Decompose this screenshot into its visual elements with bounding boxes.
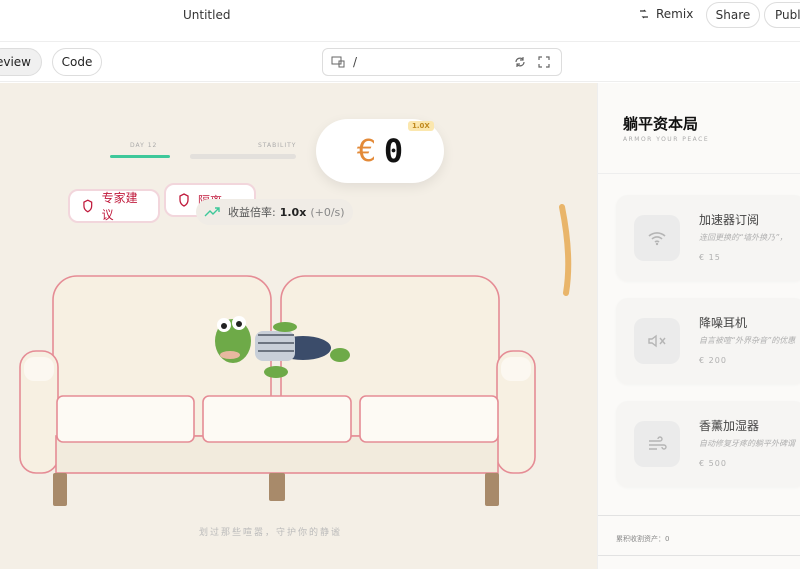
shop-item-title: 香薰加湿器 [699,419,760,433]
shop-brand: 躺平资本局 [623,115,699,133]
shop-item-title: 加速器订阅 [699,213,760,227]
shop-item-card[interactable]: 香薰加湿器 自动修复牙疼的躺平外碑谓 € 500 [616,401,800,487]
divider [598,515,800,516]
shop-item-price: € 200 [699,356,727,365]
shop-sidebar: 躺平资本局 ARMOR YOUR PEACE 加速器订阅 连回更换的“墙外换乃”… [597,83,800,569]
device-icon [331,56,345,68]
divider [598,173,800,174]
game-stage: DAY 12 STABILITY € 0 1.0X 隔离 专家建议 收益倍率: … [0,83,597,569]
url-bar[interactable]: / [322,48,562,76]
shop-item-card[interactable]: 加速器订阅 连回更换的“墙外换乃”， € 15 [616,195,800,281]
page-title: Untitled [183,8,231,22]
refresh-icon[interactable] [513,55,527,69]
shop-item-price: € 500 [699,459,727,468]
mute-icon [634,318,680,364]
sofa-scene [19,204,572,506]
sofa-seat-cushions [56,395,499,443]
divider [598,555,800,556]
share-button[interactable]: Share [706,2,760,28]
shop-item-desc: 自动修复牙疼的躺平外碑谓 [699,439,795,448]
sofa-arm-right [496,350,536,474]
remix-button[interactable]: Remix [638,7,693,21]
sofa-arm-left [19,350,59,474]
shop-item-desc: 自言被喧“外界杂音”的优惠 [699,336,796,345]
remix-label: Remix [656,7,694,21]
shop-subbrand: ARMOR YOUR PEACE [623,136,710,143]
publish-button[interactable]: Publ [764,2,800,28]
shop-item-title: 降噪耳机 [699,316,748,330]
preview-toolbar: eview Code / [0,42,800,82]
sofa-legs [53,473,499,506]
total-assets: 累积收割资产：0 [616,535,670,543]
preview-tab[interactable]: eview [0,48,42,76]
url-text[interactable]: / [353,55,513,69]
footer-caption: 划过那些喧嚣，守护你的静谧 [199,528,343,538]
code-tab[interactable]: Code [52,48,102,76]
shop-item-price: € 15 [699,253,721,262]
remix-icon [640,9,648,19]
expand-icon[interactable] [537,55,551,69]
wind-icon [634,421,680,467]
top-bar: Untitled Remix Share Publ [0,0,800,42]
shop-item-card[interactable]: 降噪耳机 自言被喧“外界杂音”的优惠 € 200 [616,298,800,384]
wifi-icon [634,215,680,261]
orange-streak [559,204,572,296]
shop-item-desc: 连回更换的“墙外换乃”， [699,233,788,242]
